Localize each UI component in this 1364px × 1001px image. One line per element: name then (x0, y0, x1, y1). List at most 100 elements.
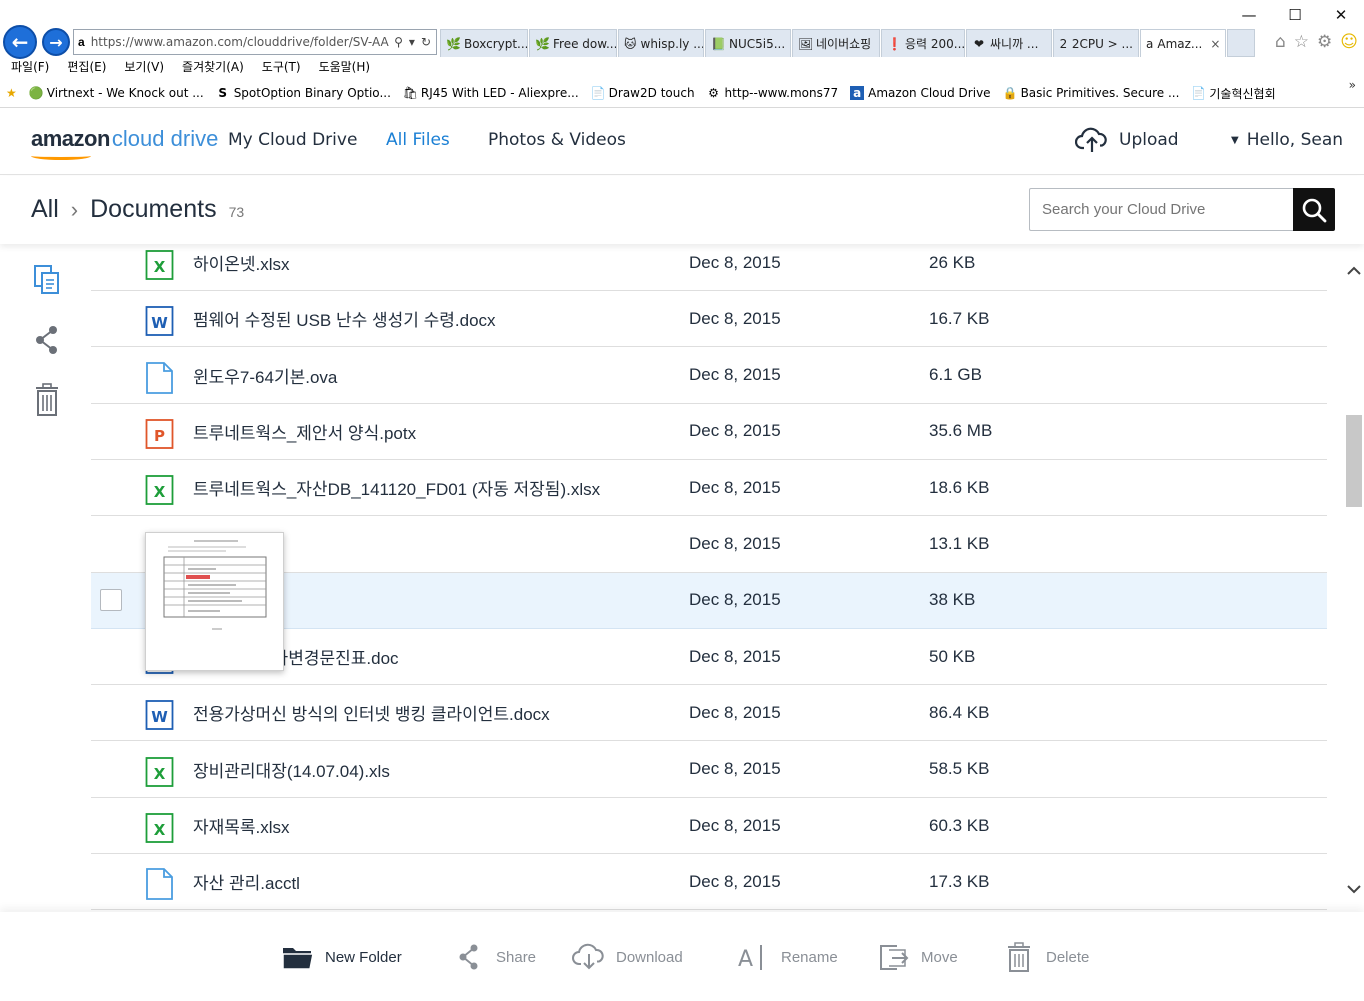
word-file-icon: W (145, 305, 174, 337)
upload-button[interactable]: Upload (1075, 126, 1179, 154)
browser-tab[interactable]: 🐱 whisp.ly ... (618, 29, 704, 57)
nav-photos-videos[interactable]: Photos & Videos (488, 130, 626, 150)
file-row[interactable]: W 전용가상머신 방식의 인터넷 뱅킹 클라이언트.docx Dec 8, 2015… (91, 685, 1327, 742)
row-checkbox[interactable] (100, 589, 122, 612)
word-file-icon: W (145, 699, 174, 731)
minimize-icon[interactable]: — (1226, 0, 1272, 30)
browser-tab[interactable]: 🌿 Boxcrypt... (440, 29, 528, 57)
favorite-link[interactable]: a Amazon Cloud Drive (850, 86, 991, 100)
menu-edit[interactable]: 편집(E) (67, 58, 106, 78)
nav-all-files[interactable]: All Files (386, 130, 450, 150)
file-row[interactable]: X 자재목록.xlsx Dec 8, 2015 60.3 KB (91, 798, 1327, 854)
file-size: 16.7 KB (929, 308, 990, 328)
file-size: 86.4 KB (929, 702, 990, 722)
file-row[interactable]: X 장비관리대장(14.07.04).xls Dec 8, 2015 58.5 KB (91, 742, 1327, 798)
new-folder-label: New Folder (325, 948, 402, 966)
greeting-label: Hello, Sean (1246, 130, 1344, 150)
menu-file[interactable]: 파일(F) (11, 58, 49, 78)
favorite-link[interactable]: ⚙ http--www.mons77 (707, 86, 838, 100)
tab-label: NUC5i5... (729, 36, 786, 51)
file-name[interactable]: 트루네트웍스_제안서 양식.potx (193, 419, 416, 444)
refresh-icon[interactable]: ↻ (421, 35, 431, 49)
breadcrumb-root[interactable]: All (31, 195, 59, 224)
tab-favicon-icon: 2 (1059, 36, 1068, 51)
new-folder-button[interactable]: New Folder (281, 942, 402, 972)
file-row[interactable]: 자산 관리.acctl Dec 8, 2015 17.3 KB (91, 854, 1327, 911)
favorite-link[interactable]: 🛍 RJ45 With LED - Aliexpre... (403, 86, 579, 100)
new-tab-button[interactable] (1227, 29, 1255, 57)
settings-gear-icon[interactable]: ⚙ (1317, 32, 1332, 52)
move-button[interactable]: Move (877, 942, 958, 972)
scroll-down-chevron-icon[interactable] (1345, 878, 1363, 900)
address-search-icon[interactable]: ⚲ (394, 35, 403, 49)
share-side-button[interactable] (30, 320, 64, 360)
browser-tab-active[interactable]: a Amaz... × (1140, 29, 1226, 57)
favorites-bar: ★ 🟢 Virtnext - We Knock out ... S SpotOpti… (6, 82, 1276, 104)
amazon-cloud-drive-logo[interactable]: amazon cloud drive (31, 126, 218, 152)
rename-button[interactable]: A Rename (737, 942, 838, 972)
forward-arrow-icon[interactable]: → (42, 28, 70, 56)
tab-favicon-icon: 📗 (711, 36, 726, 51)
maximize-icon[interactable]: ☐ (1272, 0, 1318, 30)
file-name[interactable]: 윈도우7-64기본.ova (193, 363, 337, 388)
logo-amazon-text: amazon (31, 126, 110, 151)
file-name[interactable]: 자산 관리.acctl (193, 869, 300, 894)
favorite-link[interactable]: 📄 Draw2D touch (591, 86, 695, 100)
menu-favorites[interactable]: 즐겨찾기(A) (182, 58, 244, 78)
file-row[interactable]: X 트루네트웍스_자산DB_141120_FD01 (자동 저장됨).xlsx De… (91, 460, 1327, 517)
svg-text:W: W (151, 708, 168, 726)
file-name[interactable]: 펌웨어 수정된 USB 난수 생성기 수령.docx (193, 306, 496, 331)
menu-view[interactable]: 보기(V) (124, 58, 164, 78)
favorite-label: SpotOption Binary Optio... (233, 86, 391, 100)
favorite-link[interactable]: 📄 기술혁신협회 (1191, 85, 1275, 102)
favorite-link[interactable]: S SpotOption Binary Optio... (216, 86, 391, 100)
browser-tab[interactable]: ❗ 응력 200... (881, 29, 965, 57)
favorite-link[interactable]: 🔒 Basic Primitives. Secure ... (1003, 86, 1180, 100)
file-row[interactable]: X 하이온넷.xlsx Dec 8, 2015 26 KB (91, 244, 1327, 291)
favorites-bar-star-icon[interactable]: ★ (6, 86, 17, 100)
favorites-overflow-icon[interactable]: » (1349, 78, 1356, 92)
download-button[interactable]: Download (572, 942, 683, 972)
favorites-star-icon[interactable]: ☆ (1294, 32, 1309, 52)
powerpoint-file-icon: P (145, 418, 174, 450)
browser-tab[interactable]: 🌿 Free dow... (529, 29, 617, 57)
tab-favicon-icon: 🐱 (624, 36, 637, 51)
home-icon[interactable]: ⌂ (1275, 32, 1286, 52)
browser-tab[interactable]: 📗 NUC5i5... (705, 29, 791, 57)
scroll-up-chevron-icon[interactable] (1345, 260, 1363, 282)
file-name[interactable]: 하이온넷.xlsx (193, 250, 290, 275)
browser-tab[interactable]: 🖼 네이버쇼핑 (792, 29, 880, 57)
delete-side-button[interactable] (30, 380, 64, 420)
file-row[interactable]: P 트루네트웍스_제안서 양식.potx Dec 8, 2015 35.6 MB (91, 404, 1327, 460)
browser-tab[interactable]: 2 2CPU > ... (1053, 29, 1139, 57)
delete-button[interactable]: Delete (1002, 942, 1089, 972)
search-input[interactable] (1029, 188, 1294, 231)
share-button[interactable]: Share (452, 942, 536, 972)
address-bar[interactable]: a https://www.amazon.com/clouddrive/fold… (73, 29, 437, 55)
vertical-scrollbar[interactable] (1345, 260, 1363, 900)
file-size: 60.3 KB (929, 815, 990, 835)
file-name[interactable]: 전용가상머신 방식의 인터넷 뱅킹 클라이언트.docx (193, 700, 550, 725)
file-name[interactable]: 자재목록.xlsx (193, 813, 290, 838)
nav-my-cloud-drive[interactable]: My Cloud Drive (228, 130, 357, 150)
file-date: Dec 8, 2015 (689, 702, 781, 722)
file-name[interactable]: 장비관리대장(14.07.04).xls (193, 757, 390, 782)
menu-tools[interactable]: 도구(T) (262, 58, 301, 78)
favorite-link[interactable]: 🟢 Virtnext - We Knock out ... (29, 86, 204, 100)
favorite-label: RJ45 With LED - Aliexpre... (420, 86, 579, 100)
search-button[interactable] (1293, 188, 1335, 231)
account-menu[interactable]: ▼ Hello, Sean (1231, 130, 1343, 150)
share-label: Share (496, 948, 537, 966)
file-row[interactable]: W 펌웨어 수정된 USB 난수 생성기 수령.docx Dec 8, 2015 16… (91, 291, 1327, 348)
file-name[interactable]: 트루네트웍스_자산DB_141120_FD01 (자동 저장됨).xlsx (193, 475, 600, 500)
menu-help[interactable]: 도움말(H) (319, 58, 371, 78)
copy-button[interactable] (30, 260, 64, 300)
scroll-thumb[interactable] (1346, 415, 1362, 507)
tab-close-icon[interactable]: × (1210, 37, 1220, 51)
close-window-icon[interactable]: ✕ (1318, 0, 1364, 30)
file-row[interactable]: 윈도우7-64기본.ova Dec 8, 2015 6.1 GB (91, 348, 1327, 404)
browser-tab[interactable]: ❤ 싸니까 ... (966, 29, 1052, 57)
address-dropdown-icon[interactable]: ▾ (409, 35, 415, 49)
back-arrow-icon[interactable]: ← (3, 25, 37, 59)
feedback-smiley-icon[interactable]: ☺ (1340, 32, 1358, 52)
